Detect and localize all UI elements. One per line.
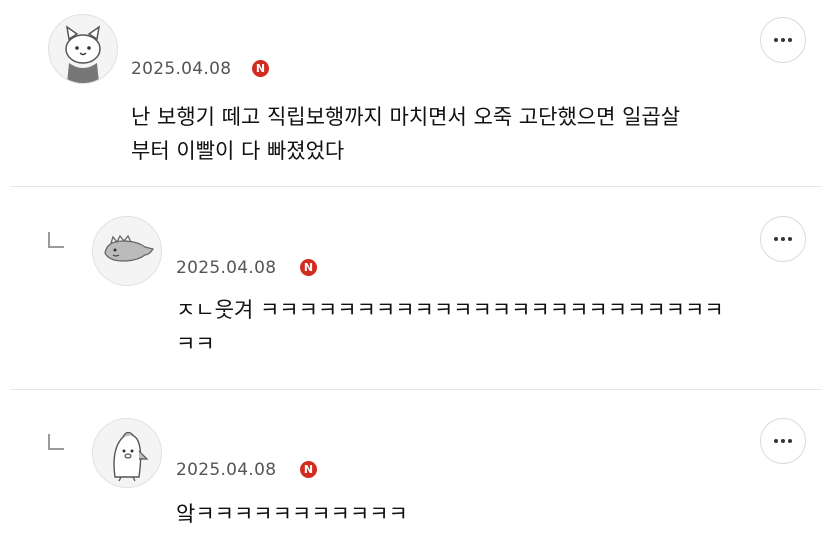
- new-badge: N: [252, 60, 269, 77]
- more-dots-icon: [774, 38, 792, 42]
- more-dots-icon: [774, 439, 792, 443]
- divider: [10, 389, 822, 390]
- more-dots-icon: [774, 237, 792, 241]
- penguin-avatar-icon[interactable]: [92, 418, 162, 488]
- comment-date: 2025.04.08: [131, 59, 232, 79]
- reply-arrow-icon: [48, 232, 64, 248]
- more-options-button[interactable]: [760, 17, 806, 63]
- new-badge: N: [300, 461, 317, 478]
- divider: [10, 186, 822, 187]
- dinosaur-avatar-icon[interactable]: [92, 216, 162, 286]
- comment-date: 2025.04.08: [176, 258, 277, 278]
- comment-text: 앜ㅋㅋㅋㅋㅋㅋㅋㅋㅋㅋㅋ: [176, 502, 408, 526]
- cat-avatar-icon[interactable]: [48, 14, 118, 84]
- comment-date: 2025.04.08: [176, 460, 277, 480]
- more-options-button[interactable]: [760, 418, 806, 464]
- comment-text: 난 보행기 떼고 직립보행까지 마치면서 오죽 고단했으면 일곱살 부터 이빨이…: [131, 105, 681, 163]
- comment-text: ㅈㄴ웃겨 ㅋㅋㅋㅋㅋㅋㅋㅋㅋㅋㅋㅋㅋㅋㅋㅋㅋㅋㅋㅋㅋㅋㅋㅋ ㅋㅋ: [176, 298, 724, 356]
- more-options-button[interactable]: [760, 216, 806, 262]
- new-badge: N: [300, 259, 317, 276]
- reply-arrow-icon: [48, 434, 64, 450]
